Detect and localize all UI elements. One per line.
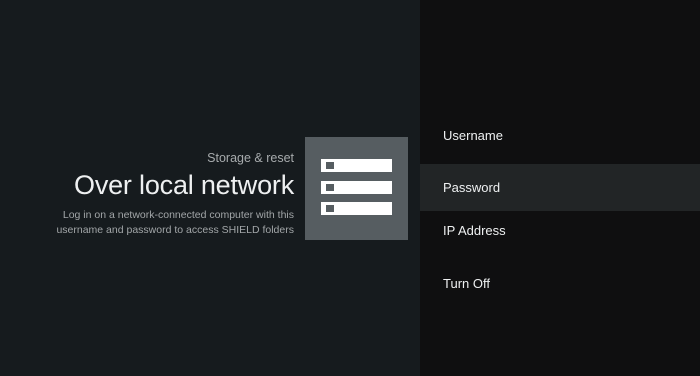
page-description: Log in on a network-connected computer w… <box>56 209 294 236</box>
menu-item-label: Username <box>443 128 503 143</box>
menu-item-ip-address[interactable]: IP Address <box>420 207 700 254</box>
menu-item-password[interactable]: Password <box>420 164 700 211</box>
menu-item-label: IP Address <box>443 223 506 238</box>
server-bar-icon <box>321 159 392 172</box>
server-bar-icon <box>321 202 392 215</box>
storage-server-icon <box>305 137 408 240</box>
menu-item-label: Password <box>443 180 501 195</box>
server-bar-icon <box>321 181 392 194</box>
menu-item-username[interactable]: Username <box>420 112 700 159</box>
menu-item-turn-off[interactable]: Turn Off <box>420 260 700 307</box>
page-title: Over local network <box>74 170 294 200</box>
settings-menu: Username Password IP Address Turn Off <box>420 0 700 376</box>
guidance-pane: Storage & reset Over local network Log i… <box>0 0 420 376</box>
breadcrumb: Storage & reset <box>207 151 294 165</box>
menu-item-label: Turn Off <box>443 276 490 291</box>
